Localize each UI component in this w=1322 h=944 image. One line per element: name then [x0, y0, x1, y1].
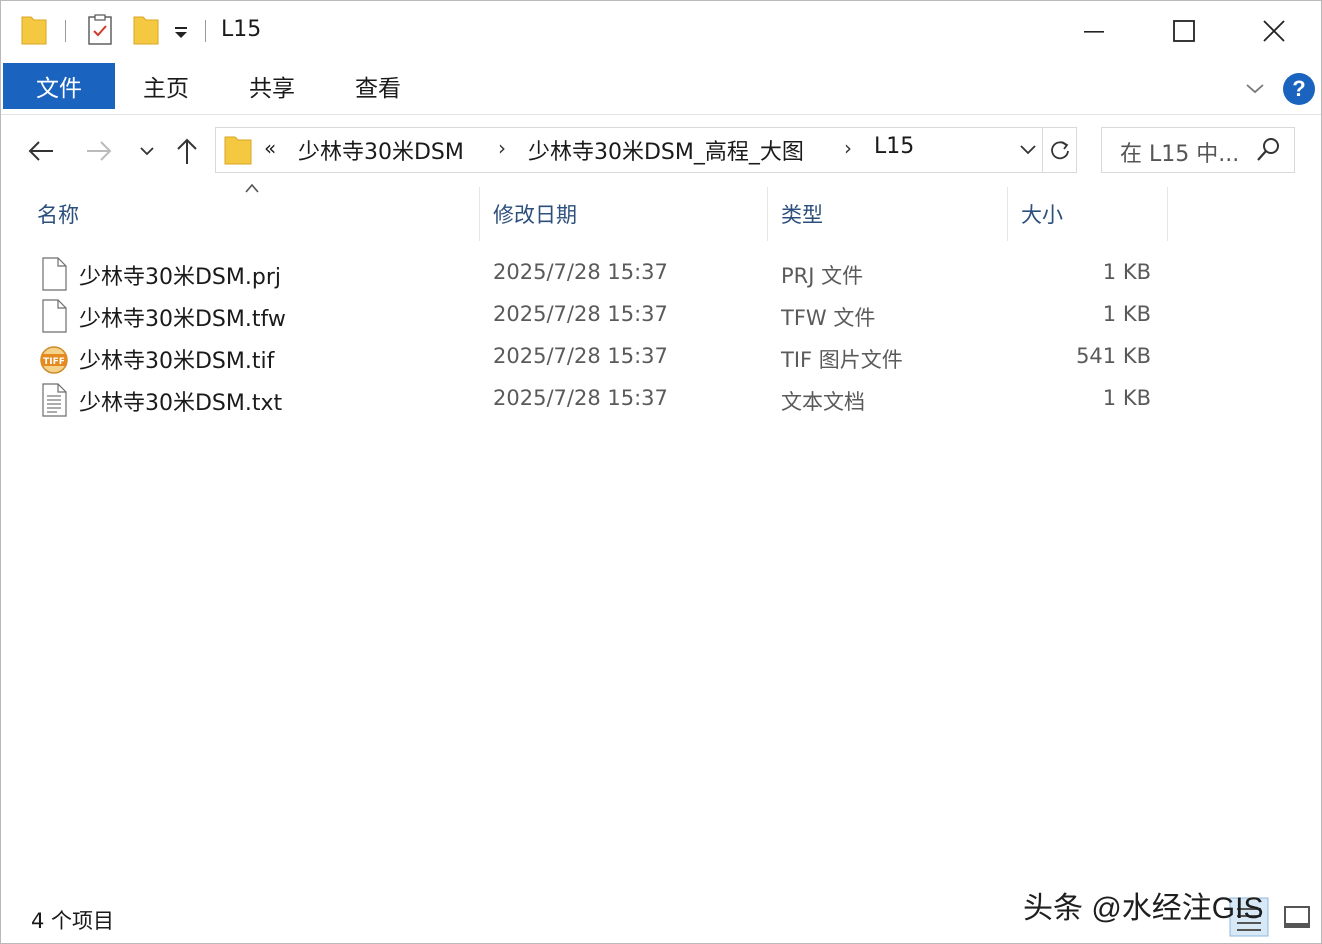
tiff-file-icon: TIFF: [40, 346, 68, 374]
refresh-button[interactable]: [1044, 128, 1076, 172]
qa-separator: [65, 20, 66, 42]
close-button[interactable]: [1229, 1, 1319, 61]
file-type: TIF 图片文件: [781, 348, 903, 372]
minimize-icon: [1084, 31, 1104, 33]
tab-view[interactable]: 查看: [355, 63, 401, 109]
column-header-type[interactable]: 类型: [781, 187, 823, 241]
folder-icon: [21, 16, 47, 45]
column-header-modified[interactable]: 修改日期: [493, 187, 577, 241]
breadcrumb-item[interactable]: L15: [874, 134, 914, 159]
minimize-button[interactable]: [1049, 1, 1139, 61]
tab-share[interactable]: 共享: [249, 63, 295, 109]
tab-file[interactable]: 文件: [3, 63, 115, 109]
chevron-down-icon: [140, 147, 154, 156]
file-name: 少林寺30米DSM.prj: [79, 265, 281, 290]
title-separator: [205, 20, 206, 42]
file-name: 少林寺30米DSM.txt: [79, 391, 283, 416]
column-divider[interactable]: [1007, 187, 1008, 241]
column-divider[interactable]: [479, 187, 480, 241]
column-divider[interactable]: [767, 187, 768, 241]
properties-icon[interactable]: [87, 14, 113, 46]
file-size: 1 KB: [1102, 302, 1151, 326]
svg-text:TIFF: TIFF: [43, 357, 65, 367]
file-row[interactable]: TIFF 少林寺30米DSM.tif 2025/7/28 15:37 TIF 图…: [31, 337, 1171, 379]
search-placeholder: 在 L15 中...: [1120, 142, 1240, 167]
new-folder-icon[interactable]: [133, 14, 159, 46]
breadcrumb-separator[interactable]: ›: [498, 136, 506, 160]
chevron-down-icon: [1020, 145, 1036, 155]
forward-arrow-icon: [87, 141, 112, 161]
breadcrumb-item[interactable]: 少林寺30米DSM: [298, 134, 464, 166]
customize-toolbar-icon[interactable]: [173, 25, 189, 39]
file-row[interactable]: 少林寺30米DSM.prj 2025/7/28 15:37 PRJ 文件 1 K…: [31, 253, 1171, 295]
file-modified: 2025/7/28 15:37: [493, 302, 668, 326]
file-modified: 2025/7/28 15:37: [493, 386, 668, 410]
file-modified: 2025/7/28 15:37: [493, 344, 668, 368]
file-size: 1 KB: [1102, 260, 1151, 284]
file-size: 1 KB: [1102, 386, 1151, 410]
explorer-window: L15 文件 主页 共享 查看 ? « 少林寺30米DSM › 少林寺30米DS…: [0, 0, 1322, 944]
file-modified: 2025/7/28 15:37: [493, 260, 668, 284]
text-file-icon: [42, 383, 67, 417]
tab-home[interactable]: 主页: [143, 63, 189, 109]
breadcrumb-item[interactable]: 少林寺30米DSM_高程_大图: [528, 134, 804, 166]
recent-locations-button[interactable]: [129, 133, 165, 169]
address-divider: [1042, 128, 1043, 172]
sort-ascending-icon: [245, 183, 259, 193]
large-icons-view-icon[interactable]: [1277, 897, 1317, 937]
folder-icon: [224, 136, 252, 165]
address-bar[interactable]: « 少林寺30米DSM › 少林寺30米DSM_高程_大图 › L15: [215, 127, 1077, 173]
search-box[interactable]: 在 L15 中...: [1101, 127, 1295, 173]
breadcrumb-overflow[interactable]: «: [264, 136, 276, 160]
maximize-icon: [1173, 20, 1195, 42]
file-type: TFW 文件: [781, 306, 876, 330]
help-icon[interactable]: ?: [1283, 73, 1315, 105]
blank-file-icon: [42, 299, 67, 333]
file-size: 541 KB: [1076, 344, 1151, 368]
address-dropdown-button[interactable]: [1014, 128, 1042, 172]
maximize-button[interactable]: [1139, 1, 1229, 61]
back-button[interactable]: [23, 133, 59, 169]
column-divider[interactable]: [1167, 187, 1168, 241]
file-row[interactable]: 少林寺30米DSM.tfw 2025/7/28 15:37 TFW 文件 1 K…: [31, 295, 1171, 337]
close-icon: [1263, 20, 1285, 42]
up-button[interactable]: [169, 133, 205, 169]
refresh-icon: [1051, 141, 1069, 160]
search-icon[interactable]: [1254, 136, 1282, 164]
window-title: L15: [221, 17, 262, 42]
file-type: PRJ 文件: [781, 264, 864, 288]
forward-button[interactable]: [81, 133, 117, 169]
title-bar: L15: [1, 1, 1321, 63]
blank-file-icon: [42, 257, 67, 291]
file-type: 文本文档: [781, 390, 865, 414]
ribbon: 文件 主页 共享 查看 ?: [1, 63, 1321, 115]
expand-ribbon-icon[interactable]: [1241, 77, 1269, 99]
column-header-name[interactable]: 名称: [37, 187, 79, 241]
back-arrow-icon: [28, 141, 53, 161]
status-item-count: 4 个项目: [31, 909, 115, 933]
file-name: 少林寺30米DSM.tfw: [79, 307, 286, 332]
file-name: 少林寺30米DSM.tif: [79, 349, 275, 374]
file-row[interactable]: 少林寺30米DSM.txt 2025/7/28 15:37 文本文档 1 KB: [31, 379, 1171, 421]
breadcrumb-separator[interactable]: ›: [844, 136, 852, 160]
watermark: 头条 @水经注GIS: [1023, 892, 1264, 925]
column-header-size[interactable]: 大小: [1021, 187, 1063, 241]
up-arrow-icon: [177, 138, 197, 164]
